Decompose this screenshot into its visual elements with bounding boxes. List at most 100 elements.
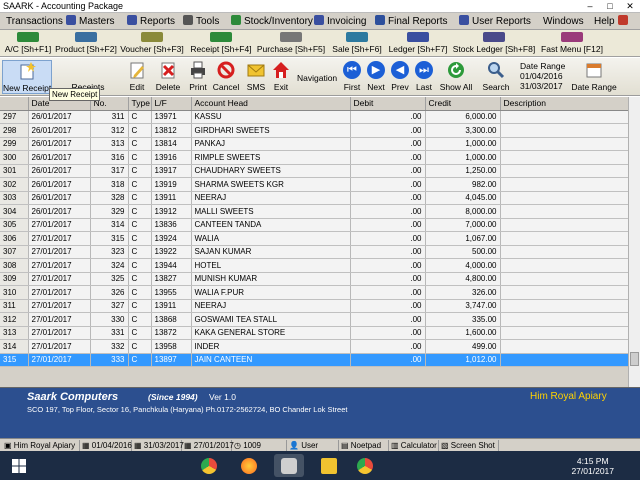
- windows-start-button[interactable]: [4, 454, 34, 477]
- date-from: 01/04/2016: [520, 71, 563, 81]
- shortcut-account[interactable]: A/C [Sh+F1]: [1, 32, 55, 56]
- table-row[interactable]: 300 26/01/2017 316 C 13916 RIMPLE SWEETS .00 1,…: [0, 150, 629, 165]
- shortcut-fast-menu[interactable]: Fast Menu [F12]: [539, 32, 605, 56]
- delete-button[interactable]: Delete: [153, 60, 183, 94]
- shortcut-voucher[interactable]: Voucher [Sh+F3]: [119, 32, 185, 56]
- search-icon: [488, 62, 505, 79]
- shortcut-stock-ledger[interactable]: Stock Ledger [Sh+F8]: [452, 32, 536, 56]
- menu-invoicing[interactable]: Invoicing: [314, 13, 366, 30]
- system-clock[interactable]: 4:15 PM 27/01/2017: [571, 456, 614, 476]
- col-header-description[interactable]: Description: [500, 97, 629, 111]
- shortcut-product[interactable]: Product [Sh+F2]: [55, 32, 117, 56]
- edit-button[interactable]: Edit: [124, 60, 150, 94]
- taskbar-chrome-2[interactable]: [350, 454, 380, 477]
- scroll-thumb[interactable]: [630, 352, 639, 366]
- table-row[interactable]: 305 27/01/2017 314 C 13836 CANTEEN TANDA .00 7,…: [0, 218, 629, 232]
- menu-user-reports[interactable]: User Reports: [459, 13, 531, 30]
- table-row[interactable]: 307 27/01/2017 323 C 13922 SAJAN KUMAR .00 500.…: [0, 245, 629, 259]
- account-icon: [17, 32, 39, 42]
- table-row[interactable]: 299 26/01/2017 313 C 13814 PANKAJ .00 1,000.00: [0, 137, 629, 151]
- row-credit: 4,800.00: [425, 272, 501, 286]
- table-row[interactable]: 311 27/01/2017 327 C 13911 NEERAJ .00 3,747.00: [0, 299, 629, 313]
- last-button[interactable]: ⏭ Last: [413, 60, 435, 94]
- col-header-lf[interactable]: L/F: [151, 97, 192, 111]
- close-button[interactable]: ✕: [620, 0, 640, 13]
- table-row[interactable]: 306 27/01/2017 315 C 13924 WALIA .00 1,067.00: [0, 231, 629, 246]
- col-header-type[interactable]: Type: [128, 97, 152, 111]
- table-row[interactable]: 303 26/01/2017 328 C 13911 NEERAJ .00 4,045.00: [0, 191, 629, 205]
- shortcut-ledger[interactable]: Ledger [Sh+F7]: [385, 32, 451, 56]
- menu-windows[interactable]: Windows: [543, 13, 584, 30]
- menu-stock-inventory[interactable]: Stock/Inventory: [231, 13, 313, 30]
- table-row[interactable]: 315 27/01/2017 333 C 13897 JAIN CANTEEN .00 1,0…: [0, 353, 629, 367]
- table-row[interactable]: 309 27/01/2017 325 C 13827 MUNISH KUMAR .00 4,8…: [0, 272, 629, 286]
- row-account-head: NEERAJ: [191, 299, 351, 313]
- status-today: ▦ 27/01/2017: [184, 440, 234, 451]
- vertical-scrollbar[interactable]: [628, 97, 640, 387]
- taskbar-accounting[interactable]: [274, 454, 304, 477]
- row-credit: 4,045.00: [425, 191, 501, 205]
- col-header-debit[interactable]: Debit: [350, 97, 426, 111]
- search-button[interactable]: Search: [480, 60, 512, 94]
- row-date: 27/01/2017: [28, 285, 91, 300]
- date-range-button[interactable]: Date Range: [568, 60, 620, 94]
- row-type: C: [128, 353, 152, 367]
- next-button[interactable]: ▶ Next: [365, 60, 387, 94]
- calculator-button[interactable]: ▥ Calculator: [389, 440, 439, 451]
- row-index: 305: [0, 218, 29, 232]
- next-icon: ▶: [367, 61, 385, 79]
- table-row[interactable]: 313 27/01/2017 331 C 13872 KAKA GENERAL STORE…: [0, 326, 629, 340]
- row-debit: .00: [350, 258, 426, 273]
- print-button[interactable]: Print: [186, 60, 210, 94]
- menu-tools[interactable]: Tools: [183, 13, 219, 30]
- taskbar-firefox[interactable]: [234, 454, 264, 477]
- row-description: [500, 218, 629, 232]
- table-row[interactable]: 297 26/01/2017 311 C 13971 KASSU .00 6,000.00: [0, 110, 629, 124]
- menu-masters[interactable]: Masters: [66, 13, 115, 30]
- row-account-head: CANTEEN TANDA: [191, 218, 351, 232]
- cancel-button[interactable]: Cancel: [211, 60, 241, 94]
- row-credit: 499.00: [425, 339, 501, 354]
- col-header-account-head[interactable]: Account Head: [191, 97, 351, 111]
- table-row[interactable]: 301 26/01/2017 317 C 13917 CHAUDHARY SWEETS .0…: [0, 164, 629, 178]
- shortcut-purchase[interactable]: Purchase [Sh+F5]: [256, 32, 326, 56]
- col-header-index[interactable]: [0, 97, 29, 111]
- shortcut-sale[interactable]: Sale [Sh+F6]: [330, 32, 384, 56]
- maximize-button[interactable]: □: [600, 0, 620, 13]
- table-row[interactable]: 304 26/01/2017 329 C 13912 MALLI SWEETS .00 8,0…: [0, 204, 629, 219]
- first-button[interactable]: ⏮ First: [341, 60, 363, 94]
- stock-icon: [231, 15, 241, 25]
- table-row[interactable]: 310 27/01/2017 326 C 13955 WALIA F.PUR .00 326.…: [0, 285, 629, 300]
- row-date: 26/01/2017: [28, 137, 91, 151]
- table-row[interactable]: 314 27/01/2017 332 C 13958 INDER .00 499.00: [0, 339, 629, 354]
- table-row[interactable]: 298 26/01/2017 312 C 13812 GIRDHARI SWEETS .00…: [0, 123, 629, 138]
- status-firm: ▣ Him Royal Apiary: [2, 440, 80, 451]
- menu-help[interactable]: Help: [594, 13, 631, 30]
- row-number: 313: [90, 137, 129, 151]
- row-date: 26/01/2017: [28, 150, 91, 165]
- row-type: C: [128, 326, 152, 340]
- menu-final-reports[interactable]: Final Reports: [375, 13, 447, 30]
- new-receipt-button[interactable]: New Receipt: [2, 60, 52, 94]
- taskbar-file-explorer[interactable]: [314, 454, 344, 477]
- row-date: 27/01/2017: [28, 299, 91, 313]
- sms-button[interactable]: SMS: [244, 60, 268, 94]
- row-credit: 6,000.00: [425, 110, 501, 124]
- taskbar-chrome[interactable]: [194, 454, 224, 477]
- menu-reports[interactable]: Reports: [127, 13, 175, 30]
- notepad-button[interactable]: ▤ Noetpad: [339, 440, 389, 451]
- prev-button[interactable]: ◀ Prev: [389, 60, 411, 94]
- exit-button[interactable]: Exit: [270, 60, 292, 94]
- col-header-credit[interactable]: Credit: [425, 97, 501, 111]
- table-row[interactable]: 308 27/01/2017 324 C 13944 HOTEL .00 4,000.00: [0, 258, 629, 273]
- screenshot-button[interactable]: ▧ Screen Shot: [439, 440, 499, 451]
- shortcut-receipt[interactable]: Receipt [Sh+F4]: [189, 32, 253, 56]
- purchase-icon: [280, 32, 302, 42]
- minimize-button[interactable]: –: [580, 0, 600, 13]
- table-row[interactable]: 302 26/01/2017 318 C 13919 SHARMA SWEETS KGR.…: [0, 177, 629, 192]
- row-number: 327: [90, 299, 129, 313]
- table-row[interactable]: 312 27/01/2017 330 C 13868 GOSWAMI TEA STALL.…: [0, 312, 629, 327]
- delete-icon: [161, 62, 175, 79]
- show-all-button[interactable]: Show All: [437, 60, 475, 94]
- menu-transactions[interactable]: Transactions: [6, 13, 63, 30]
